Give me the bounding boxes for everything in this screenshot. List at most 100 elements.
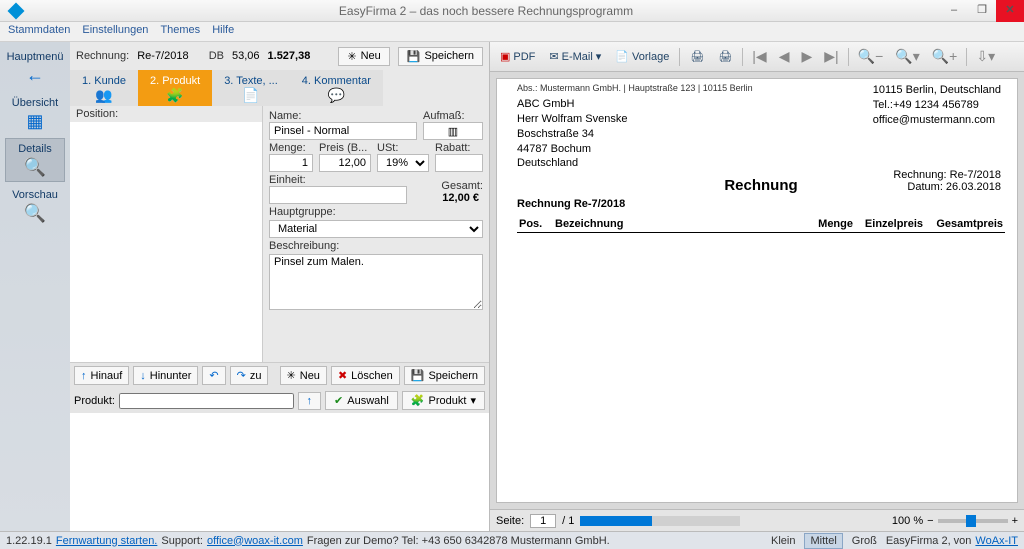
db-value2: 1.527,38 [268, 50, 311, 62]
menu-bar: Stammdaten Einstellungen Themes Hilfe [0, 22, 1024, 42]
einheit-label: Einheit: [269, 174, 407, 186]
tab-texte[interactable]: 3. Texte, ...📄 [212, 70, 290, 106]
menu-einstellungen[interactable]: Einstellungen [82, 24, 148, 39]
star-icon: ✳ [287, 369, 296, 382]
template-icon: 📄 [615, 50, 629, 63]
menu-themes[interactable]: Themes [160, 24, 200, 39]
email-button[interactable]: ✉E-Mail ▾ [545, 48, 605, 65]
product-list [70, 413, 489, 531]
tab-produkt[interactable]: 2. Produkt🧩 [138, 70, 212, 106]
prev-page-button[interactable]: ◀ [776, 48, 793, 65]
next-page-button[interactable]: ▶ [798, 48, 815, 65]
redo-icon: ↷ [237, 369, 246, 382]
position-header: Position: [70, 106, 262, 122]
support-text: Fragen zur Demo? Tel: +43 650 6342878 Mu… [307, 535, 610, 547]
side-nav: Hauptmenü ← Übersicht ▦ Details 🔍 Vorsch… [0, 42, 70, 531]
preis-input[interactable] [319, 154, 371, 172]
preview-panel: ▣PDF ✉E-Mail ▾ 📄Vorlage 🖨 🖨 |◀ ◀ ▶ ▶| 🔍−… [490, 42, 1024, 531]
tab-kunde[interactable]: 1. Kunde👥 [70, 70, 138, 106]
page-of: / 1 [562, 515, 574, 527]
ust-label: USt: [377, 142, 429, 154]
nav-vorschau[interactable]: Vorschau 🔍 [5, 184, 65, 228]
fernwartung-link[interactable]: Fernwartung starten. [56, 535, 158, 547]
hinunter-button[interactable]: ↓Hinunter [133, 366, 198, 385]
doc-number: Re-7/2018 [137, 50, 188, 62]
last-page-button[interactable]: ▶| [821, 48, 841, 65]
product-label: EasyFirma 2, von [886, 535, 972, 547]
aufmass-button[interactable]: ▥ [423, 122, 483, 140]
arrow-down-icon: ↓ [140, 370, 146, 382]
produkt-search-input[interactable] [119, 393, 294, 409]
menu-hilfe[interactable]: Hilfe [212, 24, 234, 39]
db-label: DB [209, 50, 224, 62]
pos-neu-button[interactable]: ✳Neu [280, 366, 327, 385]
neu-button[interactable]: ✳Neu [338, 47, 389, 66]
rabatt-input[interactable] [435, 154, 483, 172]
zoom-controls: 100 % − + [892, 515, 1018, 527]
size-gross-button[interactable]: Groß [847, 534, 882, 548]
maximize-button[interactable]: ❐ [968, 0, 996, 22]
minimize-button[interactable]: – [940, 0, 968, 22]
zoom-percent: 100 % [892, 515, 923, 527]
size-klein-button[interactable]: Klein [766, 534, 800, 548]
size-mittel-button[interactable]: Mittel [804, 533, 842, 549]
page-input[interactable] [530, 514, 556, 528]
close-button[interactable]: ✕ [996, 0, 1024, 22]
support-email-link[interactable]: office@woax-it.com [207, 535, 303, 547]
product-icon: 🧩 [411, 394, 425, 407]
name-label: Name: [269, 110, 417, 122]
zoom-button[interactable]: 🔍▾ [892, 48, 922, 65]
tab-kommentar[interactable]: 4. Kommentar💬 [290, 70, 383, 106]
nav-hauptmenu[interactable]: Hauptmenü ← [5, 46, 65, 90]
zoom-plus-button[interactable]: + [1012, 515, 1018, 527]
zoom-in-button[interactable]: 🔍+ [929, 48, 961, 65]
nav-details[interactable]: Details 🔍 [5, 138, 65, 182]
einheit-input[interactable] [269, 186, 407, 204]
product-form: Name: Aufmaß: ▥ Menge: Preis (B... USt:1… [263, 106, 489, 362]
window-title: EasyFirma 2 – das noch bessere Rechnungs… [32, 4, 940, 18]
undo-button[interactable]: ↶ [202, 366, 225, 385]
hauptgruppe-select[interactable]: Material [269, 220, 483, 238]
rabatt-label: Rabatt: [435, 142, 483, 154]
undo-icon: ↶ [209, 369, 218, 382]
brand-link[interactable]: WoAx-IT [975, 535, 1018, 547]
first-page-button[interactable]: |◀ [749, 48, 769, 65]
hinauf-button[interactable]: ↑Hinauf [74, 366, 129, 385]
beschreibung-input[interactable]: Pinsel zum Malen. [269, 254, 483, 310]
nav-uebersicht[interactable]: Übersicht ▦ [5, 92, 65, 136]
produkt-dropdown-button[interactable]: 🧩Produkt ▾ [402, 391, 485, 410]
export-button[interactable]: ⇩▾ [973, 48, 998, 65]
zoom-out-button[interactable]: 🔍− [855, 48, 887, 65]
nav-label: Details [18, 143, 52, 155]
document-icon: 📄 [242, 87, 259, 104]
doc-header: Rechnung: Re-7/2018 DB 53,06 1.527,38 ✳N… [70, 42, 489, 70]
pos-speichern-button[interactable]: 💾Speichern [404, 366, 485, 385]
redo-button[interactable]: ↷zu [230, 366, 269, 385]
status-bar: 1.22.19.1 Fernwartung starten. Support: … [0, 531, 1024, 549]
pdf-button[interactable]: ▣PDF [496, 48, 539, 65]
position-buttons: ↑Hinauf ↓Hinunter ↶ ↷zu ✳Neu ✖Löschen 💾S… [70, 362, 489, 388]
print-button[interactable]: 🖨 [686, 48, 708, 65]
speichern-button[interactable]: 💾Speichern [398, 47, 483, 66]
save-icon: 💾 [411, 369, 425, 382]
preview-toolbar: ▣PDF ✉E-Mail ▾ 📄Vorlage 🖨 🖨 |◀ ◀ ▶ ▶| 🔍−… [490, 42, 1024, 72]
loeschen-button[interactable]: ✖Löschen [331, 366, 400, 385]
menge-label: Menge: [269, 142, 313, 154]
menu-stammdaten[interactable]: Stammdaten [8, 24, 70, 39]
title-bar: EasyFirma 2 – das noch bessere Rechnungs… [0, 0, 1024, 22]
check-icon: ✔ [334, 394, 343, 407]
quickprint-button[interactable]: 🖨 [714, 48, 736, 65]
name-input[interactable] [269, 122, 417, 140]
position-list: Position: [70, 106, 263, 362]
menge-input[interactable] [269, 154, 313, 172]
invoice-table: Pos. Bezeichnung Menge Einzelpreis Gesam… [517, 216, 1005, 233]
mail-icon: ✉ [549, 50, 558, 63]
magnifier-icon: 🔍 [24, 203, 46, 224]
zoom-slider[interactable] [938, 519, 1008, 523]
vorlage-button[interactable]: 📄Vorlage [611, 48, 673, 65]
zoom-minus-button[interactable]: − [927, 515, 933, 527]
page-scrollbar[interactable] [580, 516, 740, 526]
ust-select[interactable]: 19% [377, 154, 429, 172]
auswahl-button[interactable]: ✔Auswahl [325, 391, 398, 410]
search-up-button[interactable]: ↑ [298, 392, 322, 410]
